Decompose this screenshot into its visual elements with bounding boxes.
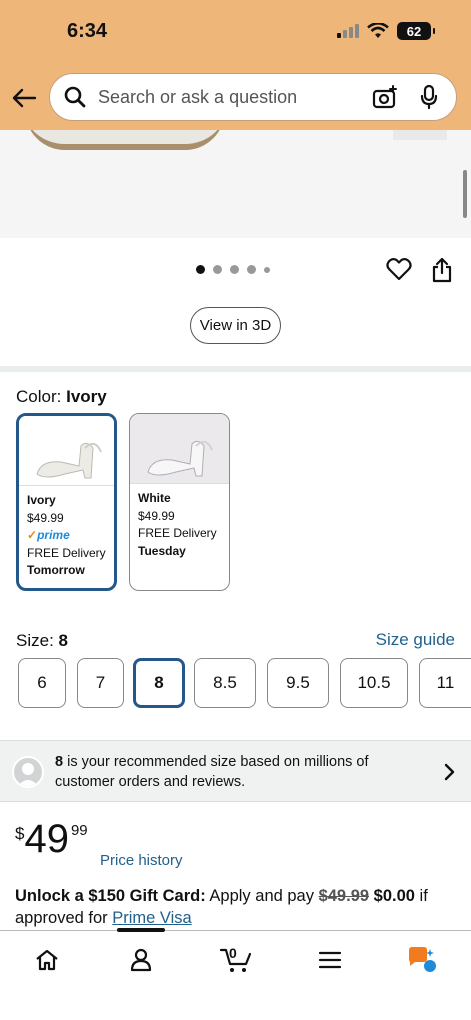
menu-icon [318, 951, 342, 969]
section-divider [0, 366, 471, 372]
color-label: Color: Ivory [16, 387, 107, 407]
color-option-name: White [138, 491, 171, 505]
recommended-size: 8 [55, 754, 64, 770]
camera-icon[interactable] [372, 84, 398, 110]
chevron-right-icon [444, 763, 455, 781]
search-bar[interactable] [49, 73, 457, 121]
nav-menu[interactable] [312, 945, 348, 975]
color-option-price: $49.99 [27, 510, 64, 525]
share-button[interactable] [431, 257, 455, 283]
heart-icon [386, 258, 412, 281]
delivery-day: Tomorrow [27, 563, 85, 577]
battery-indicator: 62 [397, 22, 435, 40]
shoe-thumbnail [147, 440, 213, 477]
offer-old-price: $49.99 [318, 887, 370, 905]
prime-badge: ✓prime [27, 527, 106, 545]
price-fraction: 99 [70, 822, 88, 839]
image-carousel-dots[interactable] [196, 265, 270, 274]
carousel-dot[interactable] [196, 265, 205, 274]
product-image[interactable] [0, 130, 471, 238]
cellular-signal-icon [337, 24, 359, 38]
active-tab-indicator [117, 928, 165, 932]
back-button[interactable] [10, 84, 38, 112]
bottom-nav: 0 [0, 928, 471, 1020]
color-option-price: $49.99 [138, 508, 175, 523]
recommendation-text: 8 is your recommended size based on mill… [55, 753, 415, 792]
nav-cart[interactable]: 0 [216, 945, 256, 975]
shoe-thumbnail [36, 442, 102, 479]
wifi-icon [367, 23, 389, 38]
rufus-icon [409, 947, 436, 972]
size-option-8-5[interactable]: 8.5 [194, 658, 256, 708]
size-recommendation-banner[interactable]: 8 is your recommended size based on mill… [0, 740, 471, 802]
price-history-link[interactable]: Price history [100, 852, 183, 869]
home-icon [36, 949, 58, 971]
color-option-image [19, 416, 114, 486]
size-option-8[interactable]: 8 [133, 658, 185, 708]
image-scrollbar[interactable] [463, 170, 467, 218]
color-option-ivory[interactable]: Ivory $49.99 ✓prime FREE Delivery Tomorr… [16, 413, 117, 591]
nav-home[interactable] [29, 945, 65, 975]
status-time: 6:34 [67, 20, 108, 42]
size-label-text: Size: [16, 631, 54, 650]
size-option-7[interactable]: 7 [77, 658, 124, 708]
delivery-text: FREE Delivery [138, 526, 217, 540]
size-label: Size: 8 [16, 631, 68, 651]
size-selected-value: 8 [58, 631, 68, 650]
status-icons: 62 [337, 22, 435, 40]
color-option-name: Ivory [27, 493, 56, 507]
price-whole: 49 [24, 817, 69, 861]
prime-visa-link[interactable]: Prime Visa [112, 909, 191, 927]
carousel-dot[interactable] [264, 266, 270, 273]
nav-rufus[interactable] [404, 945, 440, 975]
user-icon [130, 948, 152, 972]
search-input[interactable] [98, 86, 372, 108]
color-selected-value: Ivory [66, 387, 107, 406]
wishlist-button[interactable] [386, 257, 412, 283]
cart-count: 0 [229, 945, 237, 961]
recommendation-message: is your recommended size based on millio… [55, 754, 369, 790]
user-icon [12, 756, 44, 788]
color-option-white[interactable]: White $49.99 FREE Delivery Tuesday [129, 413, 230, 591]
product-image-ribbon [393, 130, 447, 140]
microphone-icon[interactable] [416, 84, 442, 110]
offer-new-price: $0.00 [373, 887, 415, 905]
size-option-11[interactable]: 11 [419, 658, 471, 708]
delivery-day: Tuesday [138, 543, 186, 558]
delivery-text: FREE Delivery [27, 545, 106, 560]
size-guide-link[interactable]: Size guide [376, 630, 455, 650]
color-option-image [130, 414, 229, 484]
size-option-9-5[interactable]: 9.5 [267, 658, 329, 708]
offer-headline: Unlock a $150 Gift Card: [15, 887, 206, 905]
color-label-text: Color: [16, 387, 62, 406]
carousel-dot[interactable] [213, 265, 222, 274]
view-in-3d-button[interactable]: View in 3D [190, 307, 281, 344]
product-image-shoe [25, 130, 225, 150]
header: 6:34 62 [0, 0, 471, 130]
prime-label: prime [37, 528, 70, 542]
size-option-6[interactable]: 6 [18, 658, 66, 708]
carousel-dot[interactable] [247, 265, 256, 274]
prime-check-icon: ✓ [27, 528, 38, 542]
price-currency: $ [15, 824, 25, 843]
product-price: $ 49 99 [15, 818, 88, 860]
search-icon [62, 84, 88, 110]
carousel-dot[interactable] [230, 265, 239, 274]
nav-account[interactable] [123, 945, 159, 975]
back-arrow-icon [12, 88, 37, 108]
share-icon [432, 257, 452, 283]
offer-text: Apply and pay [205, 887, 319, 905]
gift-card-offer: Unlock a $150 Gift Card: Apply and pay $… [15, 885, 460, 929]
size-option-10-5[interactable]: 10.5 [340, 658, 408, 708]
